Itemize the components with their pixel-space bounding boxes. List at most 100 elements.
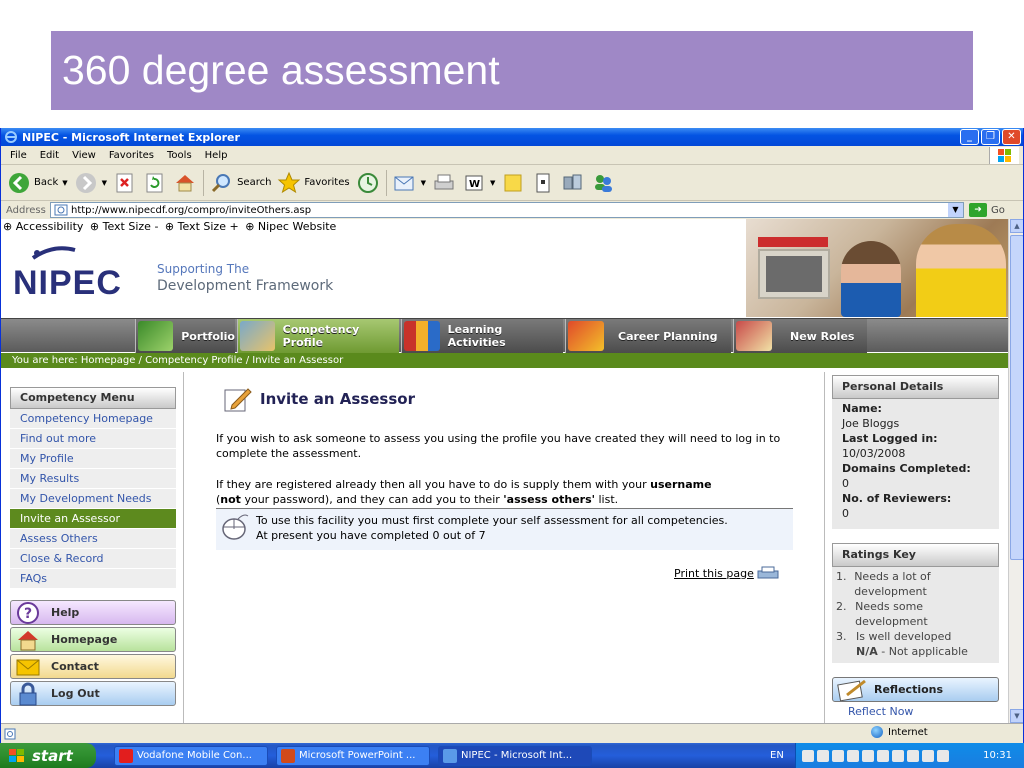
mail-dropdown-icon[interactable]: ▼	[421, 179, 426, 187]
reviewers-value: 0	[842, 507, 849, 520]
slide-title-bar: 360 degree assessment	[51, 31, 973, 110]
taskbar-item-powerpoint[interactable]: Microsoft PowerPoint ...	[276, 745, 430, 766]
menu-item-find-out-more[interactable]: Find out more	[10, 429, 176, 449]
portfolio-icon	[138, 321, 174, 351]
menu-help[interactable]: Help	[205, 150, 228, 161]
minimize-button[interactable]: _	[960, 129, 979, 145]
history-button[interactable]	[356, 171, 380, 195]
logo-text: NIPEC	[13, 264, 122, 302]
windows-flag-icon	[9, 748, 24, 762]
print-toolbar-button[interactable]	[432, 171, 456, 195]
intro-paragraph: If you wish to ask someone to assess you…	[216, 432, 781, 460]
text-size-increase-link[interactable]: ⊕ Text Size +	[165, 220, 239, 233]
close-button[interactable]: ✕	[1002, 129, 1021, 145]
text-size-decrease-link[interactable]: ⊕ Text Size -	[90, 220, 159, 233]
forward-dropdown-icon[interactable]: ▼	[102, 179, 107, 187]
vertical-scrollbar[interactable]: ▲ ▼	[1008, 219, 1023, 723]
menu-favorites[interactable]: Favorites	[109, 150, 154, 161]
favorites-button[interactable]: Favorites	[277, 171, 350, 195]
scroll-thumb[interactable]	[1010, 235, 1023, 560]
edit-dropdown-icon[interactable]: ▼	[490, 179, 495, 187]
reflections-panel: Reflections Reflect Now	[832, 677, 999, 718]
back-button[interactable]: Back ▼	[7, 171, 68, 195]
completion-count: At present you have completed 0 out of 7	[256, 529, 486, 542]
accessibility-link[interactable]: ⊕ Accessibility	[3, 220, 83, 233]
tray-messenger-icon[interactable]	[877, 749, 889, 762]
tray-vodafone-icon[interactable]	[832, 749, 844, 762]
tray-power-icon[interactable]	[907, 749, 919, 762]
nav-tab-portfolio[interactable]: Portfolio	[135, 319, 235, 353]
research-button[interactable]	[531, 171, 555, 195]
messenger-icon	[595, 174, 613, 192]
contact-button[interactable]: Contact	[10, 654, 176, 679]
nipec-logo[interactable]: NIPEC	[13, 244, 122, 303]
menu-item-assess-others[interactable]: Assess Others	[10, 529, 176, 549]
go-button[interactable]: ➜ Go	[969, 203, 1005, 217]
reflect-now-link[interactable]: Reflect Now	[832, 705, 999, 718]
ratings-key-panel: Ratings Key 1. Needs a lot of development…	[832, 543, 999, 663]
taskbar-item-vodafone[interactable]: Vodafone Mobile Con...	[114, 745, 268, 766]
window-titlebar[interactable]: NIPEC - Microsoft Internet Explorer _ ❐ …	[1, 128, 1023, 146]
messenger-button[interactable]	[591, 171, 615, 195]
menu-view[interactable]: View	[72, 150, 96, 161]
scroll-down-icon[interactable]: ▼	[1010, 709, 1023, 723]
discuss-button[interactable]	[501, 171, 525, 195]
forward-button[interactable]: ▼	[74, 171, 107, 195]
tray-network-icon[interactable]	[817, 749, 829, 762]
accessibility-links: ⊕ Accessibility ⊕ Text Size - ⊕ Text Siz…	[3, 220, 339, 233]
address-input[interactable]: http://www.nipecdf.org/compro/inviteOthe…	[50, 202, 964, 218]
search-button[interactable]: Search	[210, 171, 271, 195]
help-button[interactable]: ? Help	[10, 600, 176, 625]
address-label: Address	[6, 204, 46, 216]
menu-item-my-results[interactable]: My Results	[10, 469, 176, 489]
tray-update-icon[interactable]	[922, 749, 934, 762]
nipec-website-link[interactable]: ⊕ Nipec Website	[245, 220, 336, 233]
restore-button[interactable]: ❐	[981, 129, 1000, 145]
scroll-up-icon[interactable]: ▲	[1010, 219, 1023, 233]
photo-child	[841, 241, 901, 317]
back-arrow-icon	[9, 172, 29, 193]
back-dropdown-icon[interactable]: ▼	[62, 179, 67, 187]
rating-item: 2. Needs some development	[836, 600, 928, 628]
stop-button[interactable]	[113, 171, 137, 195]
menu-item-faqs[interactable]: FAQs	[10, 569, 176, 589]
tray-speaker-icon[interactable]	[847, 749, 859, 762]
print-page-link[interactable]: Print this page	[674, 566, 782, 580]
note-icon	[504, 174, 522, 191]
home-button[interactable]	[173, 171, 197, 195]
clock[interactable]: 10:31	[983, 750, 1012, 761]
address-dropdown-icon[interactable]: ▼	[948, 203, 963, 217]
taskbar-item-internet-explorer[interactable]: NIPEC - Microsoft Int...	[438, 745, 592, 766]
vodafone-icon	[119, 748, 133, 763]
edit-word-button[interactable]: W ▼	[462, 171, 495, 195]
domains-completed-value: 0	[842, 477, 849, 490]
page-heading: Invite an Assessor	[260, 390, 415, 408]
books-icon	[404, 321, 440, 351]
nav-tab-new-roles[interactable]: New Roles	[733, 319, 867, 353]
tray-bluetooth-icon[interactable]	[937, 749, 949, 762]
tray-expand-icon[interactable]	[802, 749, 814, 762]
tray-display-icon[interactable]	[892, 749, 904, 762]
menu-item-close-record[interactable]: Close & Record	[10, 549, 176, 569]
nav-tab-competency-profile[interactable]: Competency Profile	[237, 319, 399, 353]
menu-file[interactable]: File	[10, 150, 27, 161]
menu-tools[interactable]: Tools	[167, 150, 192, 161]
menu-item-my-development-needs[interactable]: My Development Needs	[10, 489, 176, 509]
mail-button[interactable]: ▼	[393, 171, 426, 195]
log-out-button[interactable]: Log Out	[10, 681, 176, 706]
menu-edit[interactable]: Edit	[40, 150, 59, 161]
refresh-button[interactable]	[143, 171, 167, 195]
nav-tab-career-planning[interactable]: Career Planning	[565, 319, 731, 353]
menu-item-competency-homepage[interactable]: Competency Homepage	[10, 409, 176, 429]
page-viewport: ⊕ Accessibility ⊕ Text Size - ⊕ Text Siz…	[1, 219, 1008, 723]
reflections-button[interactable]: Reflections	[832, 677, 999, 702]
menu-item-my-profile[interactable]: My Profile	[10, 449, 176, 469]
standard-toolbar: Back ▼ ▼ Search Favorites ▼ W ▼	[1, 165, 1023, 201]
tray-security-icon[interactable]	[862, 749, 874, 762]
media-button[interactable]	[561, 171, 585, 195]
homepage-button[interactable]: Homepage	[10, 627, 176, 652]
language-indicator[interactable]: EN	[770, 750, 784, 761]
start-button[interactable]: start	[0, 743, 96, 768]
menu-item-invite-an-assessor[interactable]: Invite an Assessor	[10, 509, 176, 529]
nav-tab-learning-activities[interactable]: Learning Activities	[401, 319, 563, 353]
